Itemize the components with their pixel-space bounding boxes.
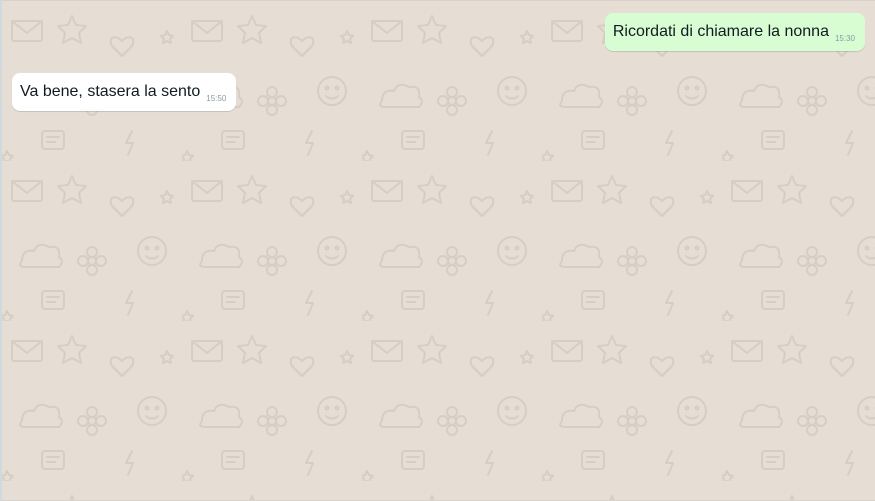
- chat-panel[interactable]: Ricordati di chiamare la nonna 15:30 Va …: [0, 0, 875, 501]
- message-text: Va bene, stasera la sento: [20, 83, 201, 100]
- message-text: Ricordati di chiamare la nonna: [612, 23, 829, 40]
- message-timestamp: 15:30: [834, 33, 855, 43]
- message-bubble-incoming[interactable]: Va bene, stasera la sento 15:50: [12, 73, 237, 111]
- message-bubble-outgoing[interactable]: Ricordati di chiamare la nonna 15:30: [604, 13, 865, 51]
- message-timestamp: 15:50: [206, 93, 227, 103]
